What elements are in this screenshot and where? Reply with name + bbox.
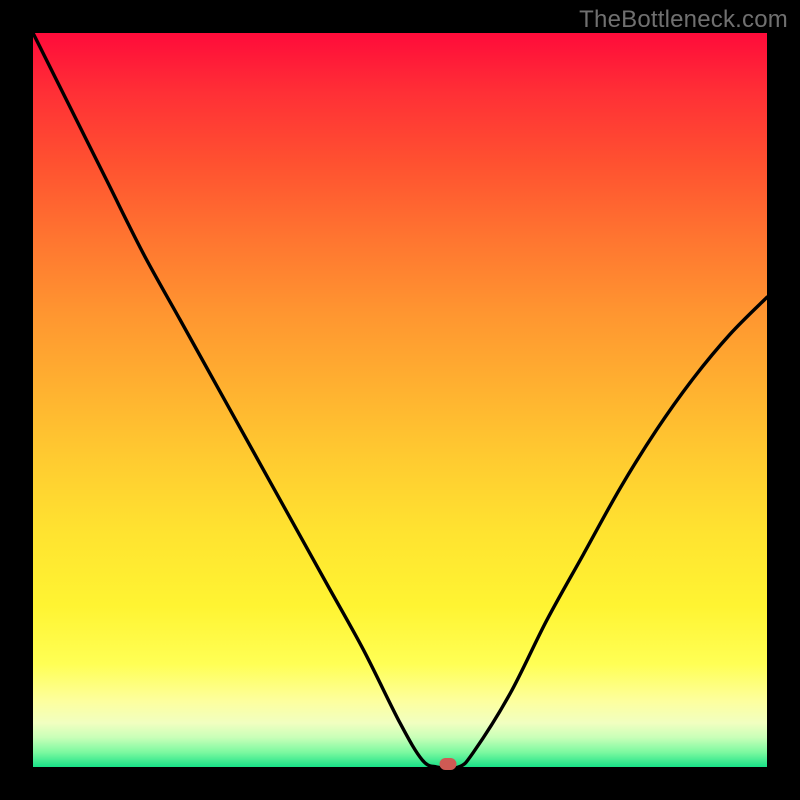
chart-frame: TheBottleneck.com (0, 0, 800, 800)
bottleneck-curve (33, 33, 767, 768)
minimum-marker (439, 758, 456, 770)
watermark-text: TheBottleneck.com (579, 6, 788, 34)
curve-svg (33, 33, 767, 767)
plot-area (33, 33, 767, 767)
